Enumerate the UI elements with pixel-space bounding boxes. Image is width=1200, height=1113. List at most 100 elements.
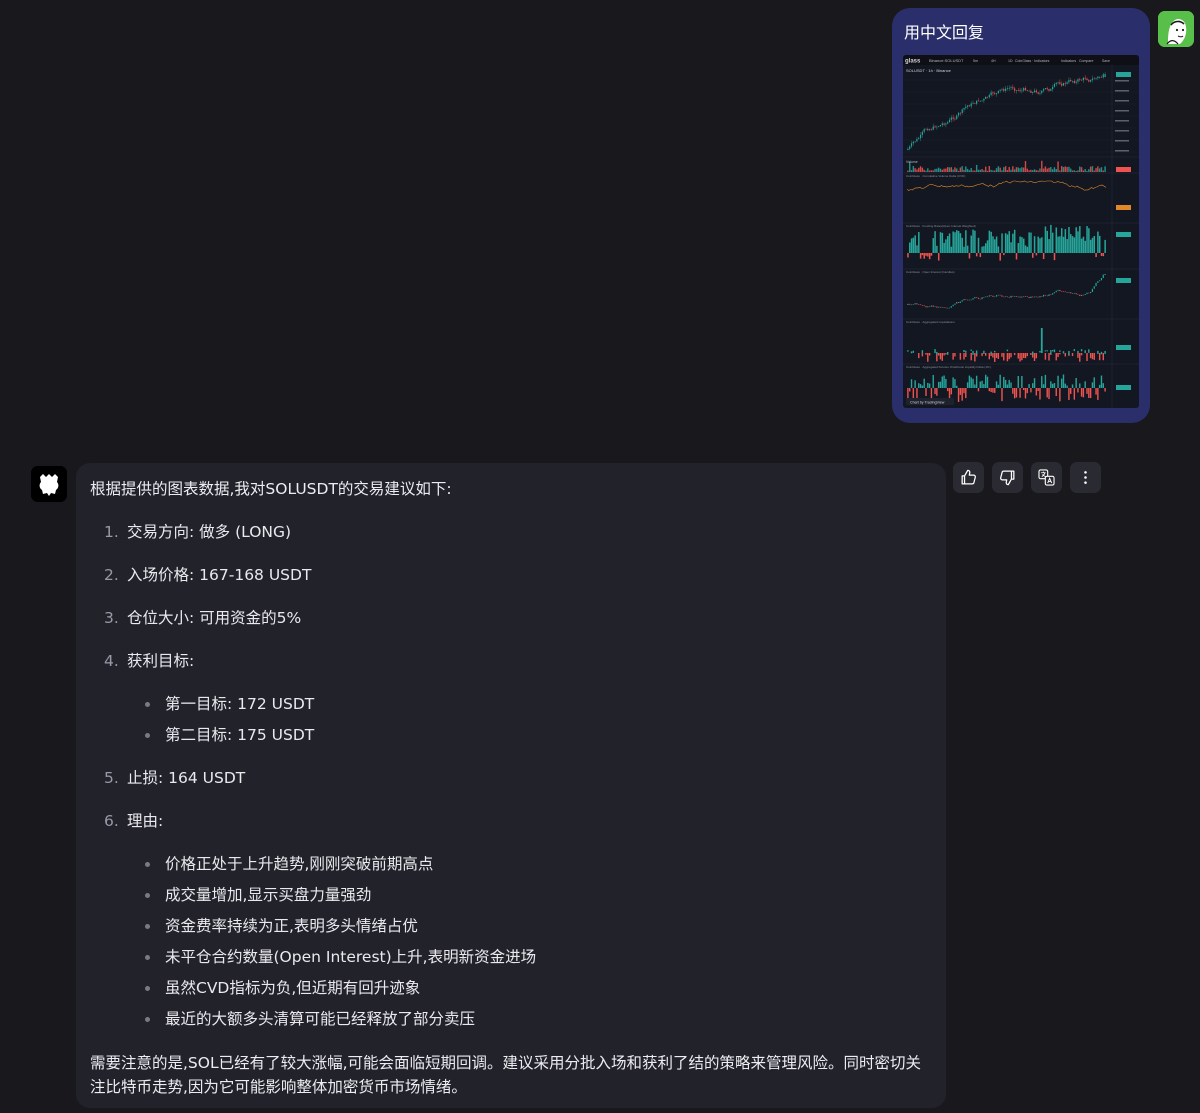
- volume-bar: [1006, 170, 1009, 172]
- oi-candle: [1077, 294, 1079, 295]
- volume-bar: [923, 169, 925, 172]
- price-candle: [923, 129, 925, 132]
- volume-bar: [972, 170, 974, 172]
- volume-bar: [1070, 168, 1072, 172]
- oi-candle: [1095, 282, 1097, 287]
- price-candle: [979, 100, 981, 102]
- funding-bar: [961, 237, 963, 253]
- oi-candle: [990, 295, 992, 296]
- funding-bar: [937, 253, 940, 261]
- list-item: 4. 获利目标:: [104, 652, 195, 670]
- price-candle: [1066, 82, 1068, 84]
- liquidation-bar: [1073, 349, 1076, 352]
- oi-candle: [972, 298, 974, 300]
- price-candle: [934, 126, 936, 128]
- price-candle: [981, 100, 983, 102]
- volume-bar: [1044, 166, 1047, 172]
- funding-bar: [921, 253, 924, 256]
- orderbook-bar: [1039, 388, 1041, 400]
- price-candle: [929, 129, 931, 131]
- volume-bar: [975, 164, 978, 172]
- price-candle: [1035, 90, 1037, 93]
- liquidation-bar: [1098, 353, 1101, 361]
- volume-bar: [966, 168, 969, 172]
- funding-bar: [1022, 238, 1025, 253]
- price-candle: [945, 123, 947, 125]
- oi-candle: [1014, 295, 1016, 297]
- funding-bar: [1066, 239, 1068, 253]
- orderbook-bar: [1088, 388, 1090, 399]
- funding-bar: [1030, 232, 1032, 253]
- oi-candle: [1102, 274, 1104, 279]
- funding-bar: [1033, 236, 1036, 253]
- liquidation-bar: [965, 353, 967, 357]
- oi-candle: [961, 300, 963, 302]
- funding-bar: [1053, 253, 1056, 261]
- price-candle: [1080, 80, 1083, 81]
- oi-candle: [995, 295, 998, 297]
- price-candle: [948, 119, 951, 123]
- funding-bar: [1070, 234, 1072, 253]
- orderbook-bar: [1086, 388, 1088, 394]
- volume-bar: [1066, 167, 1068, 172]
- liquidation-bar: [921, 350, 924, 354]
- price-candle: [1062, 83, 1065, 86]
- funding-bar: [1064, 229, 1067, 253]
- volume-bar: [1068, 166, 1070, 172]
- oi-candle: [1080, 294, 1083, 296]
- list-item: 2. 入场价格: 167-168 USDT: [104, 566, 312, 584]
- orderbook-bar: [914, 380, 916, 388]
- liquidation-bar: [1097, 350, 1099, 354]
- funding-bar: [1071, 236, 1074, 253]
- price-candle: [1091, 78, 1094, 80]
- price-candle: [941, 123, 943, 126]
- oi-candle: [939, 306, 942, 308]
- volume-bar: [957, 170, 960, 172]
- orderbook-bar: [910, 379, 913, 388]
- volume-bar: [981, 169, 983, 172]
- orderbook-bar: [937, 381, 940, 388]
- volume-bar: [1091, 166, 1094, 172]
- more-options-button[interactable]: [1070, 462, 1101, 493]
- liquidation-bar: [928, 353, 931, 356]
- orderbook-bar: [1006, 384, 1009, 388]
- oi-candle: [929, 306, 931, 307]
- translate-button[interactable]: [1031, 462, 1062, 493]
- oi-candle: [959, 301, 961, 303]
- volume-bar: [1060, 166, 1063, 172]
- price-candle: [1082, 77, 1084, 81]
- price-candle: [1033, 90, 1036, 93]
- price-candle: [994, 93, 996, 95]
- liquidation-bar: [1080, 349, 1083, 352]
- axis-tick-label: [1115, 150, 1129, 152]
- orderbook-bar: [1080, 388, 1083, 397]
- volume-bar: [945, 168, 947, 172]
- volume-bar: [1104, 166, 1106, 172]
- funding-bar: [914, 235, 916, 253]
- oi-candle: [963, 299, 965, 301]
- volume-bar: [1089, 166, 1092, 172]
- volume-bar: [1028, 170, 1030, 172]
- volume-bar: [1042, 168, 1045, 172]
- price-candle: [1014, 88, 1016, 91]
- funding-bar: [943, 242, 945, 253]
- thumbs-down-button[interactable]: [992, 462, 1023, 493]
- liquidation-bar: [1055, 353, 1057, 361]
- oi-candle: [1033, 296, 1036, 298]
- chart-screenshot-attachment[interactable]: glass Binance:SOLUSDT 5m 4H 1D CoinGlass · …: [903, 55, 1139, 408]
- volume-bar: [954, 167, 956, 172]
- orderbook-bar: [918, 383, 920, 388]
- orderbook-bar: [988, 388, 991, 392]
- toolbar-item: Indicators: [1061, 59, 1076, 63]
- funding-bar: [981, 246, 983, 253]
- translate-icon: [1038, 469, 1055, 486]
- volume-bar: [977, 169, 980, 172]
- funding-bar: [1080, 238, 1083, 253]
- volume-bar: [1080, 167, 1083, 172]
- toolbar-item: 4H: [991, 59, 996, 63]
- oi-candle: [1100, 278, 1103, 281]
- price-candle: [1097, 76, 1099, 79]
- liquidation-bar: [1104, 350, 1106, 354]
- volume-pane: [907, 160, 1131, 172]
- thumbs-up-button[interactable]: [953, 462, 984, 493]
